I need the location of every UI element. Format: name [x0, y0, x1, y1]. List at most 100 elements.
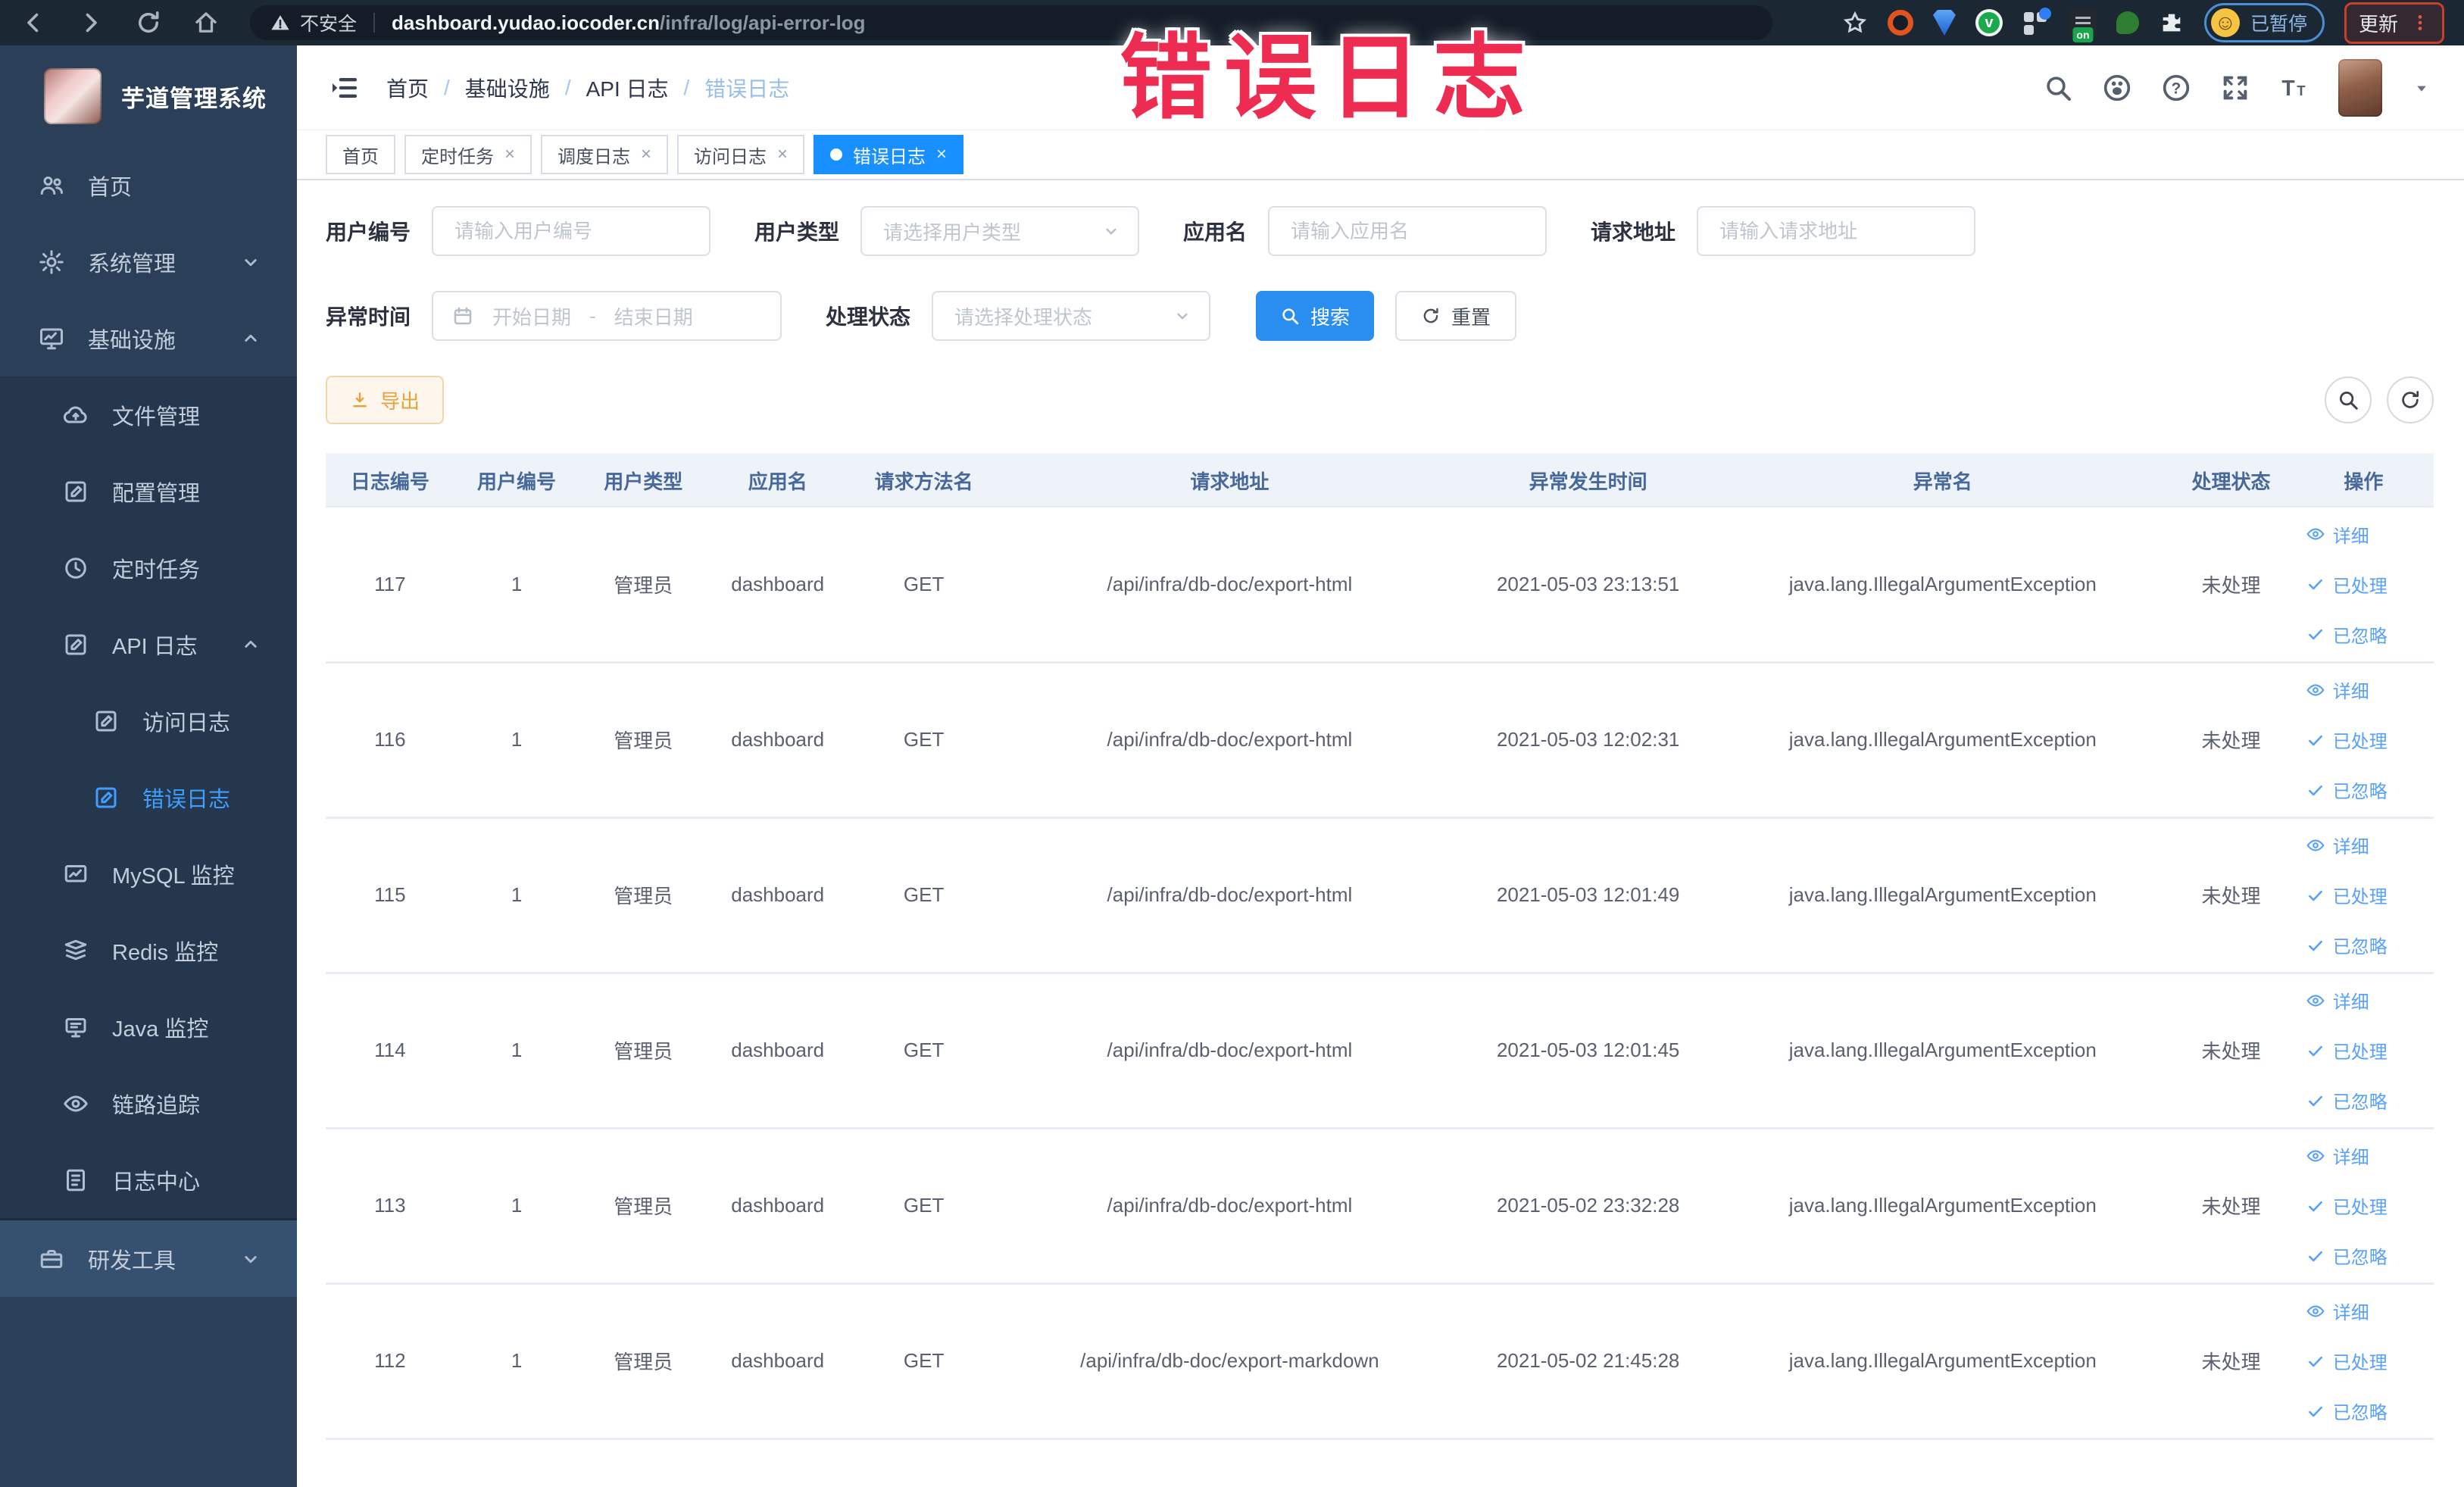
sidebar-item-label: 链路追踪	[112, 1093, 201, 1118]
browser-menu-dots-icon[interactable]	[2410, 13, 2430, 33]
export-button-label: 导出	[380, 389, 420, 413]
cell-log-id: 115	[326, 817, 454, 974]
exception-time-range-picker[interactable]: 开始日期 - 结束日期	[432, 291, 782, 341]
mark-handled-link[interactable]: 已处理	[2294, 715, 2434, 765]
extension-green-check-icon[interactable]: v	[1975, 9, 2003, 36]
mark-ignored-link[interactable]: 已忽略	[2294, 765, 2434, 815]
tab-scheduled-jobs[interactable]: 定时任务 ×	[404, 135, 532, 174]
app-name-input[interactable]	[1268, 206, 1547, 256]
mark-ignored-link[interactable]: 已忽略	[2294, 920, 2434, 970]
tab-label: 访问日志	[694, 146, 767, 167]
sidebar-item-api-log[interactable]: API 日志	[0, 606, 297, 683]
address-bar[interactable]: 不安全 dashboard.yudao.iocoder.cn/infra/log…	[250, 5, 1772, 40]
browser-profile-badge[interactable]: ☺ 已暂停	[2203, 3, 2325, 42]
close-icon[interactable]: ×	[936, 145, 947, 164]
close-icon[interactable]: ×	[777, 145, 788, 164]
extension-shield-icon[interactable]	[1932, 10, 1956, 36]
document-icon	[62, 1167, 89, 1194]
svg-text:?: ?	[2172, 80, 2181, 97]
close-icon[interactable]: ×	[641, 145, 651, 164]
sidebar-item-system[interactable]: 系统管理	[0, 223, 297, 300]
detail-link[interactable]: 详细	[2294, 976, 2434, 1026]
extension-on-switch-icon[interactable]: on	[2069, 9, 2097, 42]
mark-ignored-link[interactable]: 已忽略	[2294, 1231, 2434, 1281]
user-type-select[interactable]: 请选择用户类型	[860, 206, 1140, 256]
refresh-table-button[interactable]	[2387, 376, 2434, 423]
mark-handled-link[interactable]: 已处理	[2294, 559, 2434, 609]
sidebar-item-error-log[interactable]: 错误日志	[0, 759, 297, 836]
breadcrumb-infrastructure[interactable]: 基础设施	[465, 73, 550, 103]
detail-label: 详细	[2332, 526, 2369, 547]
toggle-search-button[interactable]	[2325, 376, 2372, 423]
browser-home-icon[interactable]	[192, 9, 220, 36]
mark-handled-link[interactable]: 已处理	[2294, 870, 2434, 920]
mark-handled-link[interactable]: 已处理	[2294, 1026, 2434, 1076]
browser-back-icon[interactable]	[20, 9, 47, 36]
fullscreen-icon[interactable]	[2220, 73, 2250, 103]
user-avatar[interactable]	[2338, 58, 2382, 117]
request-url-input[interactable]	[1697, 206, 1976, 256]
sidebar-item-trace[interactable]: 链路追踪	[0, 1065, 297, 1142]
close-icon[interactable]: ×	[504, 145, 515, 164]
user-id-input[interactable]	[432, 206, 711, 256]
extension-leaf-icon[interactable]	[2116, 11, 2139, 34]
sidebar-item-java-monitor[interactable]: Java 监控	[0, 989, 297, 1065]
extensions-puzzle-icon[interactable]	[2159, 10, 2184, 36]
extension-grid-icon[interactable]	[2022, 8, 2051, 36]
tab-error-log[interactable]: 错误日志 ×	[814, 135, 964, 174]
mark-ignored-link[interactable]: 已忽略	[2294, 609, 2434, 659]
search-icon[interactable]	[2043, 73, 2073, 103]
mark-handled-link[interactable]: 已处理	[2294, 1181, 2434, 1231]
sidebar-item-access-log[interactable]: 访问日志	[0, 683, 297, 759]
browser-reload-icon[interactable]	[135, 9, 162, 36]
col-exception-name: 异常名	[1716, 453, 2169, 508]
mark-ignored-link[interactable]: 已忽略	[2294, 1386, 2434, 1436]
extension-orange-icon[interactable]	[1887, 10, 1913, 36]
browser-forward-icon[interactable]	[77, 9, 105, 36]
mark-ignored-link[interactable]: 已忽略	[2294, 1076, 2434, 1126]
process-status-select[interactable]: 请选择处理状态	[932, 291, 1211, 341]
eye-icon	[2306, 680, 2325, 700]
cell-user-type: 管理员	[579, 507, 708, 664]
sidebar-item-scheduled-jobs[interactable]: 定时任务	[0, 530, 297, 606]
caret-down-icon[interactable]	[2411, 77, 2432, 98]
sidebar-item-label: Redis 监控	[112, 940, 219, 965]
search-button[interactable]: 搜索	[1256, 291, 1375, 341]
hamburger-icon[interactable]	[329, 73, 359, 103]
sidebar-item-config-management[interactable]: 配置管理	[0, 453, 297, 530]
detail-link[interactable]: 详细	[2294, 665, 2434, 715]
breadcrumb-api-log[interactable]: API 日志	[586, 73, 669, 103]
sidebar-item-label: Java 监控	[112, 1017, 209, 1042]
browser-update-button[interactable]: 更新	[2344, 2, 2444, 44]
detail-link[interactable]: 详细	[2294, 1286, 2434, 1336]
bookmark-star-icon[interactable]	[1842, 10, 1868, 36]
reset-button[interactable]: 重置	[1395, 291, 1517, 341]
detail-link[interactable]: 详细	[2294, 509, 2434, 559]
font-size-icon[interactable]: TT	[2279, 73, 2309, 103]
site-security-chip[interactable]: 不安全	[270, 9, 357, 36]
col-user-id: 用户编号	[454, 453, 579, 508]
sidebar-item-dev-tools[interactable]: 研发工具	[0, 1220, 297, 1297]
tab-home[interactable]: 首页	[326, 135, 395, 174]
sidebar-item-log-center[interactable]: 日志中心	[0, 1142, 297, 1218]
detail-link[interactable]: 详细	[2294, 820, 2434, 870]
tab-access-log[interactable]: 访问日志 ×	[677, 135, 805, 174]
sidebar-item-infrastructure[interactable]: 基础设施	[0, 300, 297, 376]
sidebar-item-file-management[interactable]: 文件管理	[0, 376, 297, 453]
cell-app-name: dashboard	[707, 1128, 848, 1285]
mark-handled-link[interactable]: 已处理	[2294, 1336, 2434, 1386]
help-question-icon[interactable]: ?	[2161, 73, 2191, 103]
sidebar-item-mysql-monitor[interactable]: MySQL 监控	[0, 836, 297, 912]
sidebar-logo[interactable]: 芋道管理系统	[0, 45, 297, 147]
export-button[interactable]: 导出	[326, 376, 445, 424]
monitor-chart-icon	[38, 325, 65, 352]
cell-exception-time: 2021-05-02 21:45:28	[1459, 1283, 1717, 1440]
github-icon[interactable]	[2102, 73, 2132, 103]
svg-text:T: T	[2297, 83, 2305, 98]
tab-schedule-log[interactable]: 调度日志 ×	[541, 135, 669, 174]
check-icon	[2306, 886, 2325, 905]
detail-link[interactable]: 详细	[2294, 1131, 2434, 1181]
sidebar-item-home[interactable]: 首页	[0, 147, 297, 223]
sidebar-item-redis-monitor[interactable]: Redis 监控	[0, 912, 297, 989]
breadcrumb-home[interactable]: 首页	[386, 73, 429, 103]
